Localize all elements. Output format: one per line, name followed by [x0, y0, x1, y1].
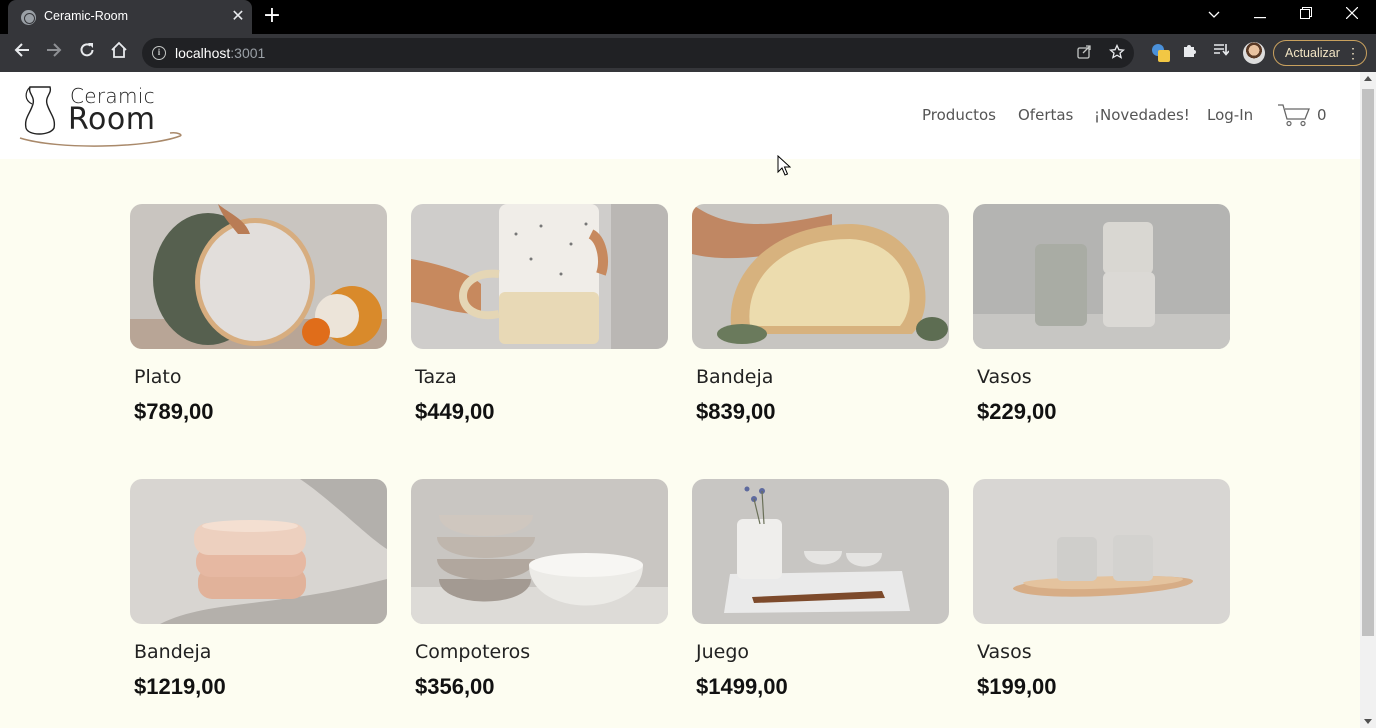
product-image-juego[interactable] — [692, 479, 949, 624]
tab-title: Ceramic-Room — [44, 9, 129, 23]
product-image-bandeja-2[interactable] — [130, 479, 387, 624]
home-button[interactable] — [107, 41, 131, 65]
product-name[interactable]: Vasos — [977, 366, 1032, 388]
update-button[interactable]: Actualizar ⋮ — [1273, 40, 1367, 66]
cart-icon[interactable] — [1277, 103, 1311, 127]
vertical-scrollbar[interactable] — [1360, 72, 1376, 728]
url-text[interactable]: localhost:3001 — [175, 45, 265, 61]
more-menu-icon[interactable]: ⋮ — [1346, 41, 1360, 65]
back-button[interactable] — [10, 41, 34, 65]
product-image-compoteros[interactable] — [411, 479, 668, 624]
extensions-puzzle-icon[interactable] — [1178, 42, 1200, 64]
product-name[interactable]: Vasos — [977, 641, 1032, 663]
product-price: $1499,00 — [696, 674, 788, 699]
scrollbar-thumb[interactable] — [1362, 89, 1374, 636]
product-price: $789,00 — [134, 399, 214, 424]
site-logo[interactable]: Ceramic Room — [18, 80, 188, 150]
product-image-bandeja[interactable] — [692, 204, 949, 349]
nav-login[interactable]: Log-In — [1207, 106, 1253, 124]
product-image-vasos-2[interactable] — [973, 479, 1230, 624]
reading-list-icon[interactable] — [1210, 42, 1232, 64]
product-price: $229,00 — [977, 399, 1057, 424]
new-tab-button[interactable]: + — [262, 5, 282, 27]
page-viewport: Ceramic Room Productos Ofertas ¡Novedade… — [0, 72, 1360, 728]
site-header: Ceramic Room Productos Ofertas ¡Novedade… — [0, 72, 1360, 159]
nav-novedades[interactable]: ¡Novedades! — [1094, 106, 1190, 124]
nav-productos[interactable]: Productos — [922, 106, 996, 124]
tab-search-icon[interactable] — [1194, 0, 1234, 30]
scroll-down-arrow-icon[interactable] — [1364, 719, 1372, 724]
minimize-button[interactable] — [1240, 0, 1280, 30]
close-window-button[interactable] — [1332, 0, 1372, 30]
product-name[interactable]: Bandeja — [134, 641, 211, 663]
product-image-plato[interactable] — [130, 204, 387, 349]
browser-toolbar: i localhost:3001 Actualizar ⋮ — [0, 34, 1376, 72]
product-name[interactable]: Juego — [696, 641, 749, 663]
product-name[interactable]: Bandeja — [696, 366, 773, 388]
forward-button[interactable] — [42, 41, 66, 65]
product-image-taza[interactable] — [411, 204, 668, 349]
bookmark-star-icon[interactable] — [1108, 43, 1126, 62]
info-icon[interactable]: i — [152, 46, 166, 60]
globe-icon — [21, 10, 36, 25]
browser-tab[interactable]: Ceramic-Room ✕ — [8, 0, 252, 34]
mouse-cursor-icon — [777, 155, 791, 176]
product-price: $1219,00 — [134, 674, 226, 699]
product-name[interactable]: Plato — [134, 366, 181, 388]
product-price: $199,00 — [977, 674, 1057, 699]
product-price: $449,00 — [415, 399, 495, 424]
product-name[interactable]: Compoteros — [415, 641, 530, 663]
product-image-vasos[interactable] — [973, 204, 1230, 349]
extension-icon[interactable] — [1152, 44, 1170, 62]
product-name[interactable]: Taza — [415, 366, 457, 388]
scroll-up-arrow-icon[interactable] — [1364, 76, 1372, 81]
cart-count: 0 — [1317, 106, 1327, 124]
share-icon[interactable] — [1075, 44, 1093, 62]
close-tab-icon[interactable]: ✕ — [228, 6, 248, 26]
reload-button[interactable] — [75, 41, 99, 65]
update-label: Actualizar — [1285, 46, 1340, 60]
logo-text-room: Room — [68, 102, 156, 137]
browser-tab-bar: Ceramic-Room ✕ + — [0, 0, 1376, 34]
nav-ofertas[interactable]: Ofertas — [1018, 106, 1073, 124]
address-bar[interactable]: i localhost:3001 — [142, 38, 1134, 68]
restore-button[interactable] — [1286, 0, 1326, 30]
product-price: $356,00 — [415, 674, 495, 699]
profile-avatar[interactable] — [1243, 42, 1265, 64]
product-price: $839,00 — [696, 399, 776, 424]
